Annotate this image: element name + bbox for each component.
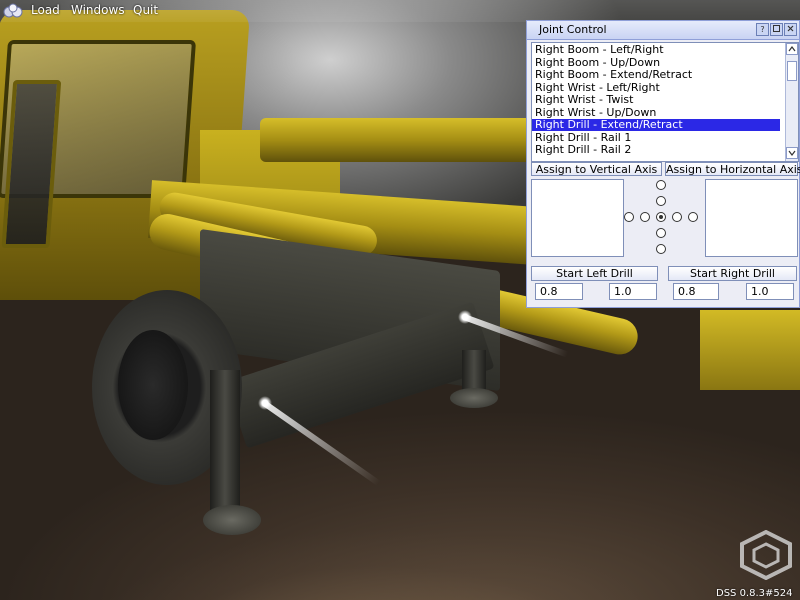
list-scrollbar[interactable]: [785, 43, 798, 161]
assign-vertical-axis-button[interactable]: Assign to Vertical Axis: [531, 162, 662, 176]
joint-control-window: Joint Control ? Right Boom - Left/Right …: [526, 20, 800, 308]
horizontal-axis-assignment-box: [705, 179, 798, 257]
list-item[interactable]: Right Wrist - Up/Down: [532, 106, 780, 119]
list-item[interactable]: Right Boom - Left/Right: [532, 44, 780, 56]
stabilizer-leg-left: [210, 370, 240, 520]
list-item[interactable]: Right Boom - Up/Down: [532, 56, 780, 69]
list-item-selected[interactable]: Right Drill - Extend/Retract: [532, 119, 780, 131]
joystick-up-2[interactable]: [656, 180, 666, 190]
left-drill-value-2-input[interactable]: 1.0: [609, 283, 657, 300]
joystick-up-1[interactable]: [656, 196, 666, 206]
scroll-down-icon[interactable]: [786, 147, 798, 159]
headlight-left: [258, 396, 272, 410]
scroll-up-icon[interactable]: [786, 43, 798, 55]
tire-hub: [118, 330, 188, 440]
vehicle-beam-right: [700, 310, 800, 390]
stabilizer-foot-left: [203, 505, 261, 535]
cab-door: [1, 80, 62, 248]
list-item[interactable]: Right Drill - Rail 1: [532, 131, 780, 144]
joystick-right-1[interactable]: [672, 212, 682, 222]
minimize-icon[interactable]: [770, 23, 783, 36]
close-icon[interactable]: [784, 23, 797, 36]
menu-bar: Load Windows Quit: [0, 0, 800, 22]
joystick-down-1[interactable]: [656, 228, 666, 238]
scrollbar-thumb[interactable]: [787, 61, 797, 81]
help-icon[interactable]: ?: [756, 23, 769, 36]
window-title: Joint Control: [539, 23, 607, 36]
vehicle-beam-upper: [260, 118, 560, 162]
assign-horizontal-axis-button[interactable]: Assign to Horizontal Axis: [665, 162, 800, 176]
joystick-down-2[interactable]: [656, 244, 666, 254]
list-item[interactable]: Right Wrist - Twist: [532, 94, 780, 106]
list-item[interactable]: Right Drill - Rail 2: [532, 144, 780, 156]
version-label: DSS 0.8.3#524: [716, 588, 793, 599]
left-drill-value-1-input[interactable]: 0.8: [535, 283, 583, 300]
start-right-drill-button[interactable]: Start Right Drill: [668, 266, 797, 281]
list-item[interactable]: Right Wrist - Left/Right: [532, 81, 780, 94]
menu-load[interactable]: Load: [31, 3, 60, 17]
vertical-axis-assignment-box: [531, 179, 624, 257]
hexagon-logo-icon: [740, 530, 792, 580]
app-logo-icon[interactable]: [2, 3, 24, 19]
stabilizer-foot-right: [450, 388, 498, 408]
joystick-right-2[interactable]: [688, 212, 698, 222]
menu-windows[interactable]: Windows: [71, 3, 125, 17]
joystick-left-1[interactable]: [640, 212, 650, 222]
right-drill-value-1-input[interactable]: 0.8: [673, 283, 719, 300]
window-titlebar[interactable]: Joint Control ?: [527, 21, 799, 40]
list-item[interactable]: Right Boom - Extend/Retract: [532, 69, 780, 81]
right-drill-value-2-input[interactable]: 1.0: [746, 283, 794, 300]
headlight-right: [458, 310, 472, 324]
menu-quit[interactable]: Quit: [133, 3, 158, 17]
joystick-left-2[interactable]: [624, 212, 634, 222]
start-left-drill-button[interactable]: Start Left Drill: [531, 266, 658, 281]
joystick-center[interactable]: [656, 212, 666, 222]
joint-list[interactable]: Right Boom - Left/Right Right Boom - Up/…: [531, 42, 799, 162]
